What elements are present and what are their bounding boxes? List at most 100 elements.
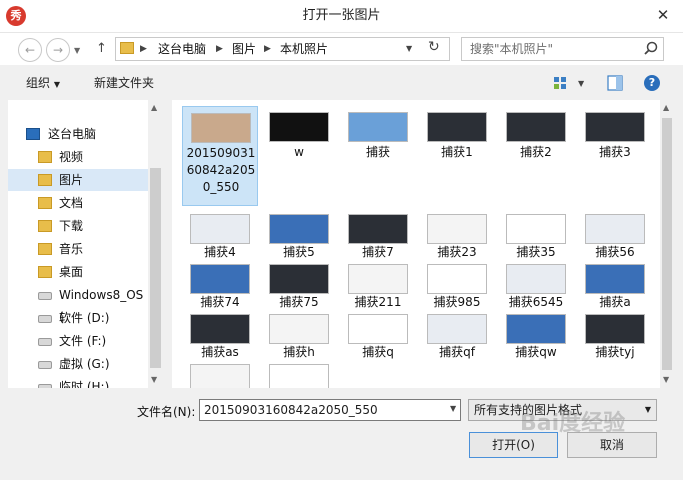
file-name: 捕获qw xyxy=(515,345,557,359)
back-button[interactable]: ← xyxy=(18,38,42,62)
file-thumbnail xyxy=(506,314,566,344)
file-thumbnail xyxy=(427,314,487,344)
breadcrumb-local-photos[interactable]: 本机照片 xyxy=(280,38,328,60)
file-tile[interactable]: 捕获2 xyxy=(498,106,574,206)
file-list: 20150903160842a2050_550 w 捕获 捕获1 捕获2 捕获3 捕获4 捕获… xyxy=(172,100,674,388)
address-bar[interactable]: ▶ 这台电脑 ▶ 图片 ▶ 本机照片 ▼ ↻ xyxy=(115,37,450,61)
file-name: 捕获75 xyxy=(279,295,319,309)
scroll-up-icon[interactable]: ▲ xyxy=(663,103,669,112)
close-button[interactable]: ✕ xyxy=(643,0,683,30)
file-name: 捕获1 xyxy=(441,145,473,159)
sidebar-item[interactable]: 图片 xyxy=(8,169,148,191)
search-input[interactable]: 搜索"本机照片" xyxy=(461,37,664,61)
scroll-down-icon[interactable]: ▼ xyxy=(151,375,157,384)
file-thumbnail xyxy=(506,214,566,244)
sidebar-item[interactable]: 临时 (H:) xyxy=(8,376,148,388)
file-name: 捕获qf xyxy=(439,345,475,359)
file-name: 捕获tyj xyxy=(595,345,635,359)
sidebar-item-label: 临时 (H:) xyxy=(59,380,110,388)
folder-icon xyxy=(38,151,52,163)
breadcrumb-this-pc[interactable]: 这台电脑 xyxy=(158,38,206,60)
filename-label: 文件名(N): xyxy=(137,405,196,419)
file-list-scrollbar[interactable]: ▲ ▼ xyxy=(660,100,674,388)
breadcrumb-separator-icon: ▶ xyxy=(264,44,271,54)
drive-icon xyxy=(38,315,52,323)
forward-button[interactable]: → xyxy=(46,38,70,62)
file-tile[interactable]: 捕获3 xyxy=(577,106,653,206)
file-tile[interactable]: 捕获qw xyxy=(498,312,574,388)
file-name: 捕获2 xyxy=(520,145,552,159)
file-thumbnail xyxy=(269,112,329,142)
sidebar-item[interactable]: 下载 xyxy=(8,215,148,237)
scroll-down-icon[interactable]: ▼ xyxy=(663,375,669,384)
navigation-bar: ← → ▼ ↑ ▶ 这台电脑 ▶ 图片 ▶ 本机照片 ▼ ↻ 搜索"本机照片" xyxy=(0,33,683,65)
file-tile[interactable]: 捕获q xyxy=(340,312,416,388)
scroll-up-icon[interactable]: ▲ xyxy=(151,103,157,112)
toolbar: 组织 ▼ 新建文件夹 ▼ ? xyxy=(0,67,683,99)
sidebar-item[interactable]: 文档 xyxy=(8,192,148,214)
filename-input[interactable]: 20150903160842a2050_550 xyxy=(199,399,461,421)
sidebar-item-label: 文件 (F:) xyxy=(59,334,107,348)
file-thumbnail xyxy=(269,214,329,244)
filename-dropdown-icon[interactable]: ▼ xyxy=(450,404,456,413)
file-tile[interactable]: 20150903160842a2050_550 xyxy=(182,106,258,206)
file-name: 捕获23 xyxy=(437,245,477,259)
sidebar-scrollbar-thumb[interactable] xyxy=(150,168,161,368)
view-options-icon[interactable] xyxy=(553,76,569,90)
file-thumbnail xyxy=(191,113,251,143)
chevron-down-icon: ▼ xyxy=(53,80,60,89)
file-tile[interactable]: 捕获 xyxy=(340,106,416,206)
sidebar-item[interactable]: 文件 (F:) xyxy=(8,330,148,352)
file-thumbnail xyxy=(506,112,566,142)
preview-pane-icon[interactable] xyxy=(607,75,623,91)
sidebar-item[interactable]: 软件 (D:) xyxy=(8,307,148,329)
new-folder-button[interactable]: 新建文件夹 xyxy=(94,67,154,99)
file-tile[interactable] xyxy=(261,362,337,388)
file-thumbnail xyxy=(427,264,487,294)
file-thumbnail xyxy=(585,264,645,294)
computer-icon xyxy=(26,128,40,140)
view-dropdown-icon[interactable]: ▼ xyxy=(578,79,584,88)
folder-icon xyxy=(38,243,52,255)
sidebar-item[interactable]: Windows8_OS ( xyxy=(8,284,148,324)
folder-icon xyxy=(38,220,52,232)
help-icon[interactable]: ? xyxy=(644,75,660,91)
up-button[interactable]: ↑ xyxy=(96,41,107,56)
file-name: 捕获as xyxy=(201,345,239,359)
sidebar-scrollbar[interactable]: ▲ ▼ xyxy=(148,100,163,388)
breadcrumb-separator-icon: ▶ xyxy=(216,44,223,54)
chevron-down-icon: ▼ xyxy=(644,405,651,414)
file-list-scrollbar-thumb[interactable] xyxy=(662,118,672,370)
address-dropdown-icon[interactable]: ▼ xyxy=(406,44,412,53)
organize-button[interactable]: 组织 ▼ xyxy=(26,67,60,99)
file-tile[interactable] xyxy=(182,362,258,388)
back-arrow-icon: ← xyxy=(24,43,36,57)
sidebar-item-label: 文档 xyxy=(59,196,84,210)
file-tile[interactable]: 捕获1 xyxy=(419,106,495,206)
file-name: 捕获3 xyxy=(599,145,631,159)
file-name: w xyxy=(294,145,304,159)
file-thumbnail xyxy=(427,214,487,244)
file-thumbnail xyxy=(190,364,250,388)
recent-locations-chevron-icon[interactable]: ▼ xyxy=(74,46,80,55)
up-arrow-icon: ↑ xyxy=(96,41,107,56)
sidebar-item[interactable]: 虚拟 (G:) xyxy=(8,353,148,375)
file-thumbnail xyxy=(190,214,250,244)
file-tile[interactable]: 捕获qf xyxy=(419,312,495,388)
file-tile[interactable]: 捕获tyj xyxy=(577,312,653,388)
navigation-pane: 这台电脑 视频 图片文档下载 音乐 桌面 Windows8_OS (软件 (D:) 文件 (… xyxy=(8,100,163,388)
sidebar-item[interactable]: 视频 xyxy=(8,146,148,168)
file-thumbnail xyxy=(269,314,329,344)
sidebar-item[interactable]: 这台电脑 xyxy=(8,123,148,145)
file-thumbnail xyxy=(190,314,250,344)
refresh-icon[interactable]: ↻ xyxy=(428,39,440,55)
file-name: 捕获74 xyxy=(200,295,240,309)
file-tile[interactable]: w xyxy=(261,106,337,206)
forward-arrow-icon: → xyxy=(52,43,64,57)
search-placeholder: 搜索"本机照片" xyxy=(470,42,554,56)
breadcrumb-pictures[interactable]: 图片 xyxy=(232,38,256,60)
sidebar-item[interactable]: 音乐 xyxy=(8,238,148,260)
window-title: 打开一张图片 xyxy=(302,8,381,23)
sidebar-item[interactable]: 桌面 xyxy=(8,261,148,283)
file-name: 捕获a xyxy=(599,295,631,309)
